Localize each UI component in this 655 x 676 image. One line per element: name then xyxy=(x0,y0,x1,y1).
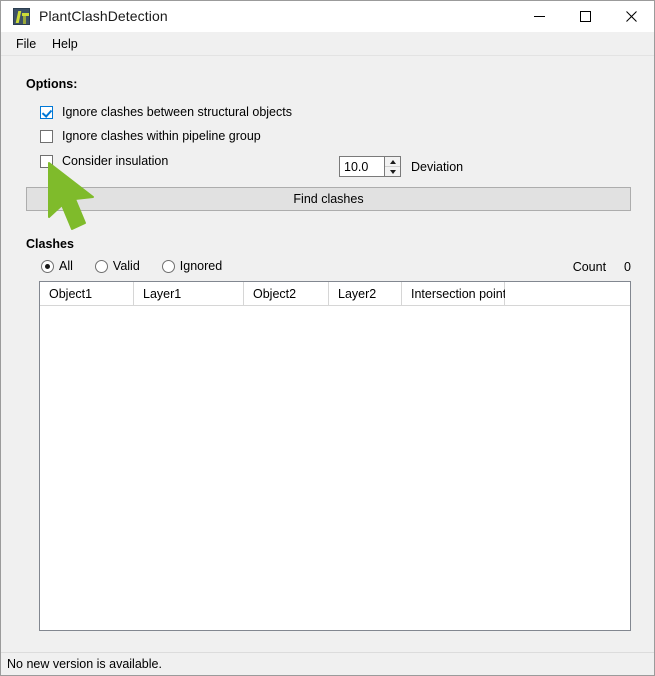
options-heading: Options: xyxy=(26,77,78,91)
checkbox-consider-insulation-box[interactable] xyxy=(40,154,53,168)
column-header-spacer xyxy=(505,282,630,305)
checkbox-ignore-structural-clashes-box[interactable] xyxy=(40,105,53,119)
minimize-icon[interactable] xyxy=(516,1,562,32)
deviation-group: 10.0 Deviation xyxy=(339,156,463,177)
radio-filter-ignored-dot[interactable] xyxy=(161,259,175,273)
application-window: PlantClashDetection File Help Options: I… xyxy=(0,0,655,676)
clash-filter-group: All Valid Ignored xyxy=(41,259,244,273)
clash-count: Count 0 xyxy=(573,260,631,274)
deviation-label: Deviation xyxy=(411,159,464,174)
radio-filter-valid[interactable]: Valid xyxy=(94,259,140,273)
radio-filter-all[interactable]: All xyxy=(41,259,73,273)
spinner-down-icon[interactable] xyxy=(385,166,400,176)
checkbox-ignore-structural-clashes-label: Ignore clashes between structural object… xyxy=(62,105,292,119)
deviation-stepper[interactable] xyxy=(385,156,401,177)
client-area: Options: Ignore clashes between structur… xyxy=(1,57,654,652)
column-header-layer2[interactable]: Layer2 xyxy=(329,282,402,305)
radio-filter-ignored-label: Ignored xyxy=(179,259,223,273)
checkbox-consider-insulation-label: Consider insulation xyxy=(62,154,169,168)
clash-results-table[interactable]: Object1 Layer1 Object2 Layer2 Intersecti… xyxy=(39,281,631,631)
radio-filter-all-label: All xyxy=(59,259,73,273)
maximize-icon[interactable] xyxy=(562,1,608,32)
status-bar-text: No new version is available. xyxy=(7,657,162,671)
find-clashes-button[interactable]: Find clashes xyxy=(26,187,631,211)
checkbox-consider-insulation[interactable]: Consider insulation xyxy=(40,152,168,170)
find-clashes-button-label: Find clashes xyxy=(293,192,364,206)
radio-filter-ignored[interactable]: Ignored xyxy=(161,259,223,273)
plant-pipe-icon xyxy=(13,8,30,25)
table-body xyxy=(40,306,630,630)
menu-item-file[interactable]: File xyxy=(10,36,42,52)
clash-count-label: Count xyxy=(572,260,607,274)
radio-filter-all-dot[interactable] xyxy=(41,259,54,273)
title-bar: PlantClashDetection xyxy=(1,1,654,32)
radio-filter-valid-dot[interactable] xyxy=(94,259,108,273)
checkbox-ignore-pipeline-group-clashes[interactable]: Ignore clashes within pipeline group xyxy=(40,127,261,145)
spinner-up-icon[interactable] xyxy=(385,157,400,166)
close-icon[interactable] xyxy=(608,1,654,32)
column-header-layer1[interactable]: Layer1 xyxy=(134,282,244,305)
radio-filter-valid-label: Valid xyxy=(112,259,140,273)
window-title: PlantClashDetection xyxy=(39,8,168,24)
clash-count-value: 0 xyxy=(624,260,631,274)
menu-bar: File Help xyxy=(1,32,654,56)
table-header-row: Object1 Layer1 Object2 Layer2 Intersecti… xyxy=(40,282,630,306)
deviation-input[interactable]: 10.0 xyxy=(339,156,385,177)
deviation-value: 10.0 xyxy=(344,159,369,174)
menu-item-help[interactable]: Help xyxy=(46,36,84,52)
checkbox-ignore-pipeline-group-clashes-label: Ignore clashes within pipeline group xyxy=(62,129,261,143)
column-header-object2[interactable]: Object2 xyxy=(244,282,329,305)
checkbox-ignore-pipeline-group-clashes-box[interactable] xyxy=(40,129,53,143)
clashes-heading: Clashes xyxy=(26,237,74,251)
checkbox-ignore-structural-clashes[interactable]: Ignore clashes between structural object… xyxy=(40,103,292,121)
column-header-intersection-point[interactable]: Intersection point xyxy=(402,282,506,305)
status-bar: No new version is available. xyxy=(1,652,654,675)
column-header-object1[interactable]: Object1 xyxy=(40,282,134,305)
